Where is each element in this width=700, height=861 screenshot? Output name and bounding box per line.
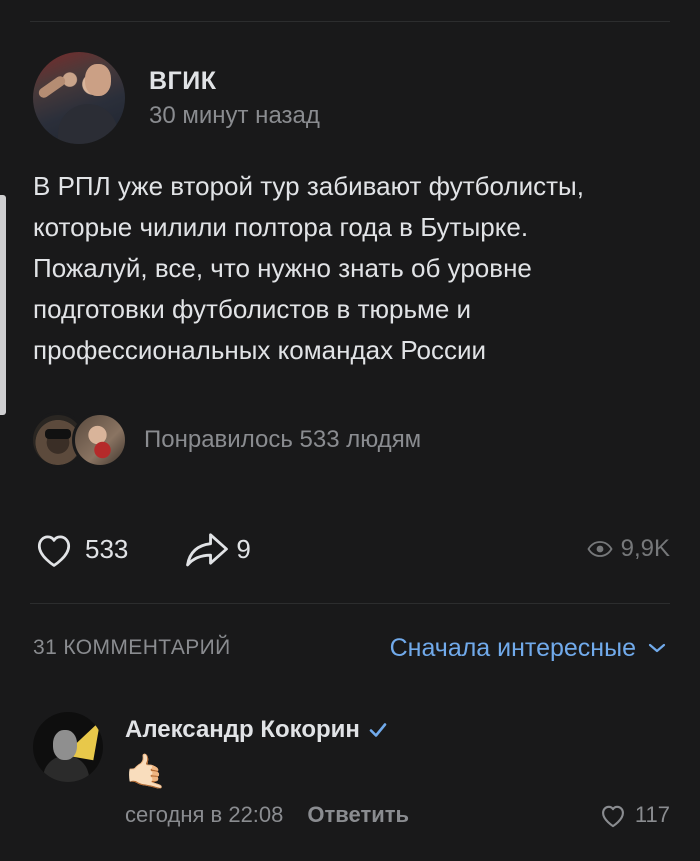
post-text-line: Пожалуй, все, что нужно знать об уровне: [33, 253, 532, 283]
checkmark-icon: [369, 723, 387, 737]
post-text-line: профессиональных командах России: [33, 335, 487, 365]
reply-button[interactable]: Ответить: [307, 802, 409, 828]
share-button[interactable]: 9: [184, 531, 251, 567]
group-name[interactable]: ВГИК: [149, 67, 320, 96]
comment-author-avatar[interactable]: [33, 712, 103, 782]
sort-label: Сначала интересные: [389, 633, 636, 662]
comment-text: 🤙🏻: [125, 753, 168, 791]
comments-sort-dropdown[interactable]: Сначала интересные: [390, 634, 666, 663]
comment-like-count: 117: [634, 802, 670, 827]
like-button[interactable]: 533: [33, 530, 128, 568]
comment-meta: сегодня в 22:08 Ответить 117: [125, 802, 670, 828]
chevron-down-icon: [648, 643, 666, 653]
share-arrow-icon: [186, 533, 229, 567]
divider: [30, 603, 670, 604]
likers-text: Понравилось 533 людям: [144, 426, 422, 453]
views-count: 9,9K: [620, 535, 670, 562]
heart-icon: [601, 805, 624, 828]
post-text-line: подготовки футболистов в тюрьме и: [33, 294, 472, 324]
post-time: 30 минут назад: [149, 101, 320, 129]
like-count: 533: [85, 533, 129, 564]
post-text-line: которые чилили полтора года в Бутырке.: [33, 212, 529, 242]
comments-count: 31 КОММЕНТАРИЙ: [33, 636, 231, 659]
eye-icon: [587, 541, 613, 557]
views-counter: 9,9K: [587, 535, 670, 563]
comment-author[interactable]: Александр Кокорин: [125, 716, 670, 744]
heart-icon: [37, 535, 71, 567]
group-avatar[interactable]: [33, 52, 125, 144]
comments-header: 31 КОММЕНТАРИЙ Сначала интересные: [33, 628, 666, 668]
post-text: В РПЛ уже второй тур забивают футболисты…: [33, 166, 673, 371]
likers-row[interactable]: Понравилось 533 людям: [30, 412, 421, 468]
post-header: ВГИК 30 минут назад: [33, 52, 320, 144]
comment-time: сегодня в 22:08: [125, 802, 284, 827]
comment-author-name: Александр Кокорин: [125, 716, 360, 743]
liker-avatar: [72, 412, 128, 468]
share-count: 9: [236, 533, 251, 564]
post-page: ВГИК 30 минут назад В РПЛ уже второй тур…: [0, 0, 700, 861]
scroll-indicator[interactable]: [0, 195, 6, 415]
comment-like-button[interactable]: 117: [599, 802, 670, 828]
post-text-line: В РПЛ уже второй тур забивают футболисты…: [33, 171, 584, 201]
divider: [30, 21, 670, 22]
post-actions: 533 9 9,9K: [33, 526, 670, 572]
comment-item: Александр Кокорин 🤙🏻 сегодня в 22:08 Отв…: [33, 710, 670, 828]
